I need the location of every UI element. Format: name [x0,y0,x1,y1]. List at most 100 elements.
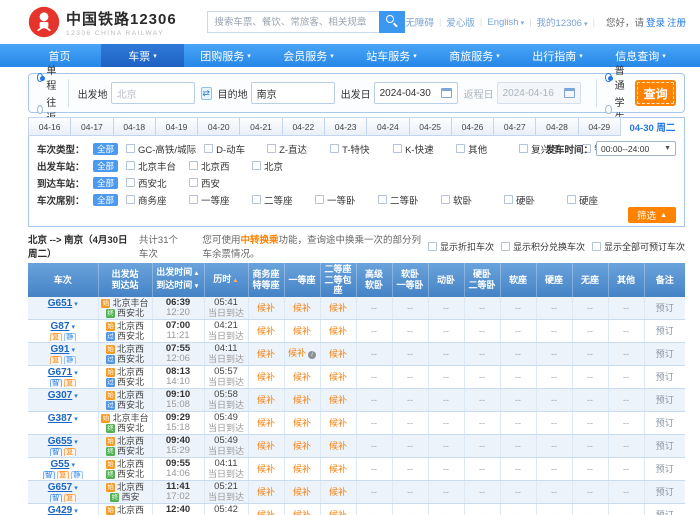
filter-all-badge[interactable]: 全部 [93,177,118,189]
site-search-input[interactable] [207,11,379,33]
seat-availability[interactable]: 候补 [257,510,275,515]
filter-option[interactable]: 二等座 [252,193,307,207]
column-header[interactable]: 备注 [644,263,685,297]
book-link[interactable]: 预订 [656,303,674,313]
seat-availability[interactable]: 候补 [293,326,311,336]
train-number-link[interactable]: G307 [48,390,72,400]
date-tab[interactable]: 04-22 [283,117,325,136]
filter-option[interactable]: 一等座 [189,193,244,207]
seat-availability[interactable]: 候补 [288,348,306,358]
seat-availability[interactable]: 候补 [257,441,275,451]
seat-availability[interactable]: 候补 [257,349,275,359]
filter-all-badge[interactable]: 全部 [93,194,118,206]
train-number-link[interactable]: G671 [48,367,72,377]
nav-item-business-services[interactable]: 商旅服务▾ [433,44,516,67]
book-link[interactable]: 预订 [656,464,674,474]
nav-item-tickets[interactable]: 车票▾ [101,44,184,67]
book-link[interactable]: 预订 [656,349,674,359]
seat-availability[interactable]: 候补 [329,487,347,497]
column-header[interactable]: 出发时间▲到达时间▼ [152,263,204,297]
filter-all-badge[interactable]: 全部 [93,143,118,155]
seat-availability[interactable]: 候补 [329,372,347,382]
date-tab[interactable]: 04-20 [198,117,240,136]
nav-item-travel-guide[interactable]: 出行指南▾ [516,44,599,67]
seat-availability[interactable]: 候补 [293,372,311,382]
date-tab[interactable]: 04-29 [579,117,621,136]
seat-availability[interactable]: 候补 [329,418,347,428]
seat-availability[interactable]: 候补 [329,395,347,405]
query-button[interactable]: 查询 [635,80,676,106]
seat-availability[interactable]: 候补 [329,464,347,474]
chevron-down-icon[interactable]: ▾ [74,393,78,400]
top-link-2[interactable]: 爱心版 [446,15,475,29]
seat-availability[interactable]: 候补 [293,441,311,451]
seat-availability[interactable]: 候补 [257,464,275,474]
filter-option[interactable]: K-快速 [393,142,448,156]
date-tab[interactable]: 04-23 [325,117,367,136]
column-header[interactable]: 其他 [608,263,644,297]
column-header[interactable]: 动卧 [428,263,464,297]
register-link[interactable]: 注册 [667,15,686,29]
trip-one-way-radio[interactable]: 单程 [37,62,59,92]
seat-availability[interactable]: 候补 [257,326,275,336]
login-link[interactable]: 登录 [646,15,665,29]
date-tab[interactable]: 04-16 [28,117,71,136]
seat-availability[interactable]: 候补 [329,441,347,451]
nav-item-group-services[interactable]: 团购服务▾ [184,44,267,67]
seat-availability[interactable]: 候补 [293,510,311,515]
seat-availability[interactable]: 候补 [329,510,347,515]
display-option[interactable]: 显示折扣车次 [428,240,494,253]
nav-item-member-services[interactable]: 会员服务▾ [267,44,350,67]
seat-availability[interactable]: 候补 [293,395,311,405]
date-tab[interactable]: 04-24 [367,117,409,136]
date-tab[interactable]: 04-28 [536,117,578,136]
train-number-link[interactable]: G87 [51,321,70,331]
book-link[interactable]: 预订 [656,326,674,336]
train-number-link[interactable]: G91 [51,344,70,354]
train-number-link[interactable]: G429 [48,505,72,515]
column-header[interactable]: 硬座 [536,263,572,297]
swap-stations-icon[interactable]: ⇄ [201,87,212,100]
top-link-3[interactable]: English▾ [487,17,524,28]
date-tab[interactable]: 04-19 [156,117,198,136]
display-option[interactable]: 显示积分兑换车次 [501,240,585,253]
chevron-down-icon[interactable]: ▾ [71,324,75,331]
date-tab[interactable]: 04-21 [240,117,282,136]
chevron-down-icon[interactable]: ▾ [74,370,78,377]
info-icon[interactable]: i [308,351,316,359]
column-header[interactable]: 出发站到达站 [98,263,152,297]
seat-availability[interactable]: 候补 [329,349,347,359]
chevron-down-icon[interactable]: ▾ [71,462,75,469]
column-header[interactable]: 二等座二等包座 [320,263,356,297]
filter-option[interactable]: 其他 [456,142,511,156]
nav-item-home[interactable]: 首页 [18,44,101,67]
filter-option[interactable]: 北京 [252,159,307,173]
return-date-input[interactable]: 2024-04-16 [497,82,581,104]
book-link[interactable]: 预订 [656,487,674,497]
book-link[interactable]: 预订 [656,372,674,382]
column-header[interactable]: 硬卧二等卧 [464,263,500,297]
seat-availability[interactable]: 候补 [257,487,275,497]
date-tab[interactable]: 04-27 [494,117,536,136]
from-input[interactable]: 北京 [111,82,195,104]
seat-availability[interactable]: 候补 [257,372,275,382]
seat-availability[interactable]: 候补 [329,303,347,313]
filter-option[interactable]: GC-高铁/城际 [126,142,196,156]
column-header[interactable]: 软卧一等卧 [392,263,428,297]
transfer-link[interactable]: 中转换乘 [240,235,278,246]
depart-date-input[interactable]: 2024-04-30 [374,82,458,104]
filter-option[interactable]: 硬座 [567,193,622,207]
site-logo[interactable]: 中国铁路12306 12306 CHINA RAILWAY [28,6,193,38]
book-link[interactable]: 预订 [656,395,674,405]
collapse-filter-button[interactable]: 筛选 ▲ [628,207,676,223]
seat-availability[interactable]: 候补 [257,395,275,405]
to-input[interactable]: 南京 [251,82,335,104]
chevron-down-icon[interactable]: ▾ [74,485,78,492]
filter-option[interactable]: 北京西 [189,159,244,173]
seat-availability[interactable]: 候补 [293,418,311,428]
top-link-4[interactable]: 我的12306▾ [537,15,588,29]
filter-option[interactable]: 西安北 [126,176,181,190]
seat-availability[interactable]: 候补 [293,487,311,497]
book-link[interactable]: 预订 [656,418,674,428]
book-link[interactable]: 预订 [656,510,674,515]
